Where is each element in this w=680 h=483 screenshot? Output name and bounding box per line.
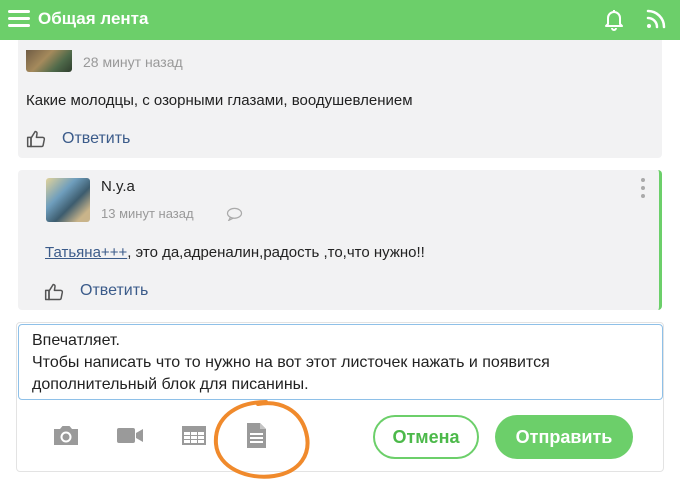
- top-bar: Общая лента: [0, 0, 680, 40]
- comment-time: 13 минут назад: [101, 206, 194, 221]
- comment-input[interactable]: Впечатляет. Чтобы написать что то нужно …: [18, 324, 663, 400]
- comment-card: N.y.a 13 минут назад Татьяна+++, это да,…: [18, 170, 662, 310]
- comment-time: 28 минут назад: [83, 54, 183, 70]
- more-options-icon[interactable]: [638, 178, 648, 202]
- page-title: Общая лента: [38, 9, 149, 28]
- comment-editor: Впечатляет. Чтобы написать что то нужно …: [16, 322, 664, 472]
- editor-toolbar: Отмена Отправить: [17, 401, 663, 471]
- table-icon[interactable]: [179, 421, 209, 449]
- avatar[interactable]: [46, 178, 90, 222]
- comment-text-body: , это да,адреналин,радость ,то,что нужно…: [127, 244, 425, 261]
- comment-input-line: Впечатляет.: [32, 332, 120, 349]
- reply-button[interactable]: Ответить: [62, 130, 130, 148]
- user-mention-link[interactable]: Татьяна+++: [45, 244, 127, 261]
- document-icon[interactable]: [241, 421, 271, 449]
- like-icon[interactable]: [26, 129, 46, 149]
- comment-input-line: дополнительный блок для писанины.: [32, 376, 309, 393]
- comment-text: Татьяна+++, это да,адреналин,радость ,то…: [45, 244, 425, 261]
- bell-icon[interactable]: [602, 7, 626, 31]
- like-icon[interactable]: [44, 282, 64, 302]
- menu-icon[interactable]: [8, 10, 30, 28]
- rss-icon[interactable]: [644, 7, 668, 31]
- comment-input-line: Чтобы написать что то нужно на вот этот …: [32, 354, 550, 371]
- comment-text: Какие молодцы, с озорными глазами, вооду…: [26, 92, 413, 109]
- comment-card: 28 минут назад Какие молодцы, с озорными…: [18, 40, 662, 158]
- video-icon[interactable]: [115, 421, 145, 449]
- reply-button[interactable]: Ответить: [80, 282, 148, 300]
- avatar[interactable]: [26, 50, 72, 72]
- cancel-button[interactable]: Отмена: [373, 415, 479, 459]
- camera-icon[interactable]: [51, 421, 81, 449]
- send-button[interactable]: Отправить: [495, 415, 633, 459]
- comment-author[interactable]: N.y.a: [101, 178, 135, 195]
- comment-bubble-icon: [226, 207, 243, 221]
